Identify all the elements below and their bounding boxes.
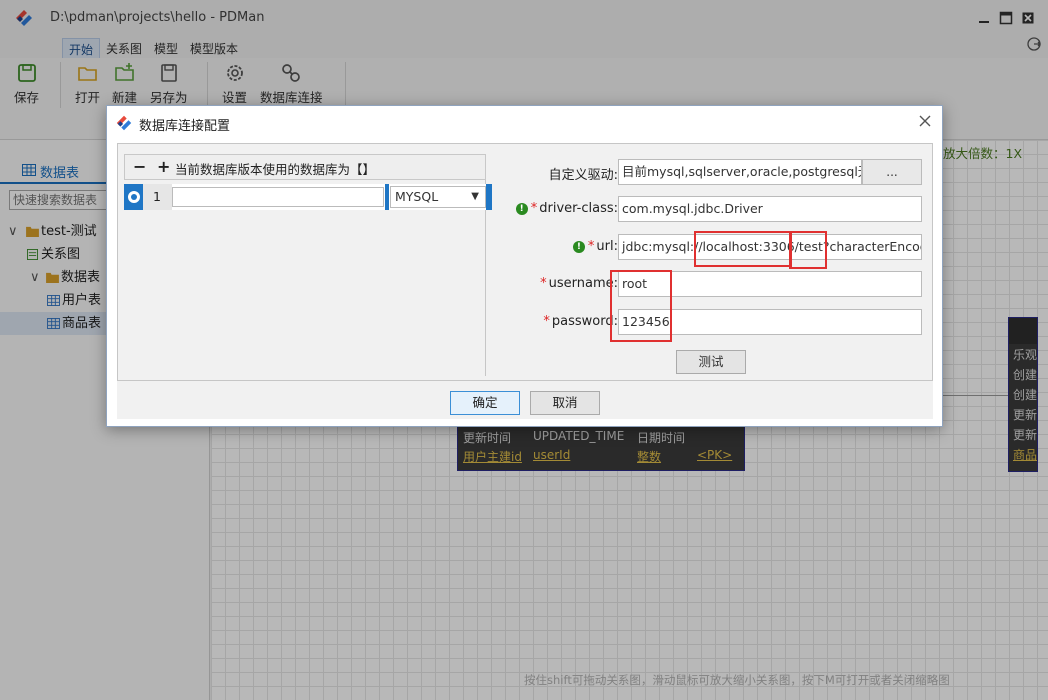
highlight-box xyxy=(694,231,792,267)
db-row-index: 1 xyxy=(142,184,172,210)
required-marker: * xyxy=(543,314,550,329)
ok-button[interactable]: 确定 xyxy=(450,391,520,415)
cancel-button[interactable]: 取消 xyxy=(530,391,600,415)
caret-down-icon: ▼ xyxy=(471,191,479,202)
driver-class-label: ! * driver-class: xyxy=(515,201,618,216)
custom-driver-label: 自定义驱动: xyxy=(549,164,618,183)
add-db-icon[interactable]: + xyxy=(157,157,170,176)
custom-driver-label-text: 自定义驱动: xyxy=(548,168,618,183)
driver-class-label-text: driver-class: xyxy=(539,201,618,216)
url-label: ! * url: xyxy=(572,239,618,254)
db-list-panel: − + 当前数据库版本使用的数据库为【】 1 MYSQL ▼ xyxy=(124,154,492,376)
remove-db-icon[interactable]: − xyxy=(133,157,146,176)
db-list-header-text: 当前数据库版本使用的数据库为【】 xyxy=(175,162,376,177)
custom-driver-row: 自定义驱动: 目前mysql,sqlserver,oracle,postgres… xyxy=(498,159,928,185)
close-icon[interactable] xyxy=(918,114,932,128)
db-row-radio[interactable] xyxy=(128,191,140,203)
db-type-value: MYSQL xyxy=(395,189,439,204)
url-label-text: url: xyxy=(596,239,618,254)
test-connection-button[interactable]: 测试 xyxy=(676,350,746,374)
row-divider xyxy=(385,184,389,210)
driver-class-row: ! * driver-class: com.mysql.jdbc.Driver xyxy=(498,196,928,222)
browse-driver-button[interactable]: ... xyxy=(862,159,922,185)
app-logo-icon xyxy=(116,115,132,131)
highlight-box xyxy=(610,270,672,342)
warning-icon: ! xyxy=(515,203,528,215)
custom-driver-input[interactable]: 目前mysql,sqlserver,oracle,postgresql无 xyxy=(618,159,862,185)
required-marker: * xyxy=(540,276,547,291)
password-row: * password: 123456 xyxy=(498,309,928,335)
db-name-input[interactable] xyxy=(172,187,384,207)
required-marker: * xyxy=(530,201,538,216)
dialog-title: 数据库连接配置 xyxy=(139,119,231,134)
required-marker: * xyxy=(587,239,595,254)
dialog-footer: 确定 取消 xyxy=(117,381,933,419)
driver-class-input[interactable]: com.mysql.jdbc.Driver xyxy=(618,196,922,222)
highlight-box xyxy=(789,231,827,269)
db-list-header: − + 当前数据库版本使用的数据库为【】 xyxy=(124,154,486,180)
db-type-select[interactable]: MYSQL ▼ xyxy=(390,186,486,208)
username-label-text: username: xyxy=(548,276,618,291)
row-selector-end xyxy=(486,184,492,210)
password-label: * password: xyxy=(543,314,618,329)
db-row[interactable]: 1 MYSQL ▼ xyxy=(124,184,492,210)
warning-icon: ! xyxy=(572,241,585,253)
password-label-text: password: xyxy=(551,314,618,329)
username-label: * username: xyxy=(540,276,618,291)
username-row: * username: root xyxy=(498,271,928,297)
